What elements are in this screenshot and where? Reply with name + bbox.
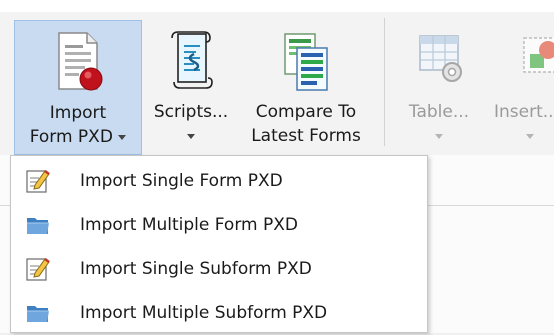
table-settings-icon <box>419 35 462 82</box>
insert-button[interactable]: Insert... <box>488 20 554 155</box>
compare-latest-forms-label: Compare To Latest Forms <box>251 102 361 146</box>
script-scroll-icon <box>171 31 213 89</box>
scripts-label: Scripts... <box>145 100 237 148</box>
menu-item-label: Import Multiple Subform PXD <box>80 303 328 323</box>
chevron-down-icon <box>118 134 127 140</box>
insert-label: Insert... <box>488 100 554 148</box>
chevron-down-icon <box>187 133 195 139</box>
ribbon-group-separator <box>384 18 385 146</box>
table-button[interactable]: Table... <box>396 20 482 155</box>
menu-item-import-multiple-subform[interactable]: Import Multiple Subform PXD <box>11 291 427 335</box>
form-edit-icon <box>26 258 50 281</box>
menu-item-import-single-form[interactable]: Import Single Form PXD <box>11 159 427 203</box>
menu-item-import-multiple-form[interactable]: Import Multiple Form PXD <box>11 203 427 247</box>
folder-icon <box>27 306 49 322</box>
import-form-icon <box>58 32 103 91</box>
menu-item-label: Import Multiple Form PXD <box>80 215 298 235</box>
folder-icon <box>27 218 49 234</box>
compare-forms-icon <box>284 33 328 91</box>
import-form-dropdown-menu: Import Single Form PXD Import Multiple F… <box>10 155 428 333</box>
import-form-pxd-button[interactable]: Import Form PXD <box>14 20 142 155</box>
scripts-button[interactable]: Scripts... <box>145 20 237 155</box>
form-edit-icon <box>26 170 50 193</box>
insert-shapes-icon <box>523 37 554 73</box>
menu-item-label: Import Single Form PXD <box>80 171 283 191</box>
menu-item-import-single-subform[interactable]: Import Single Subform PXD <box>11 247 427 291</box>
chevron-down-icon <box>435 133 443 139</box>
compare-latest-forms-button[interactable]: Compare To Latest Forms <box>239 20 373 155</box>
import-form-pxd-label: Import Form PXD <box>15 101 141 149</box>
chevron-down-icon <box>526 133 534 139</box>
menu-item-label: Import Single Subform PXD <box>80 259 312 279</box>
table-label: Table... <box>396 100 482 148</box>
